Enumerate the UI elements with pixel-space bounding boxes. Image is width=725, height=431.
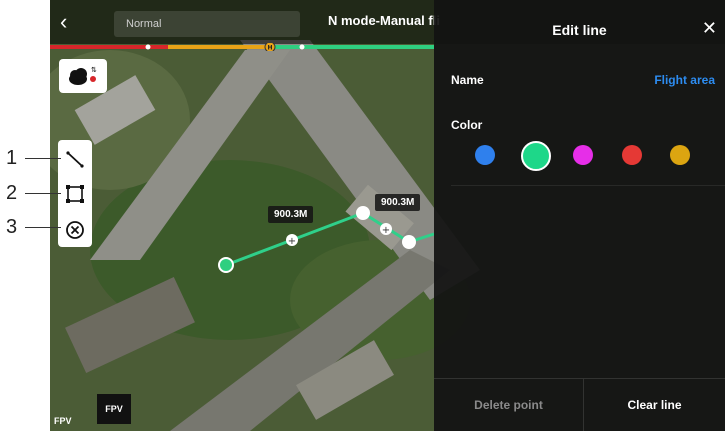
svg-text:⇅: ⇅ <box>91 66 97 74</box>
callout-number-1: 1 <box>6 147 18 169</box>
fpv-label: FPV <box>105 404 123 414</box>
cloud-sync-icon: ⇅ <box>69 66 97 85</box>
fpv-small-label: FPV <box>54 416 72 426</box>
cloud-sync-button[interactable]: ⇅ <box>59 59 107 93</box>
svg-text:+: + <box>382 225 390 236</box>
callout-number-2: 2 <box>6 182 18 204</box>
clear-line-button[interactable]: Clear line <box>584 379 725 431</box>
close-button[interactable]: ✕ <box>702 19 717 37</box>
callout-line-1 <box>25 158 61 159</box>
status-segment-green <box>268 45 434 49</box>
panel-title: Edit line <box>552 22 607 38</box>
color-swatch[interactable] <box>622 145 642 165</box>
callout-number-3: 3 <box>6 216 18 238</box>
line-icon <box>66 151 84 168</box>
flight-mode-title: N mode-Manual fli <box>328 13 440 28</box>
delete-point-button[interactable]: Delete point <box>434 379 583 431</box>
callout-line-3 <box>25 227 61 228</box>
status-dot <box>145 44 151 50</box>
status-dot <box>299 44 305 50</box>
name-label: Name <box>451 73 484 87</box>
draw-area-tool[interactable] <box>58 177 92 211</box>
color-swatch[interactable] <box>670 145 690 165</box>
back-button[interactable]: ‹ <box>60 9 82 34</box>
svg-text:+: + <box>288 236 296 247</box>
chevron-left-icon: ‹ <box>60 9 68 34</box>
color-label: Color <box>451 118 483 132</box>
color-swatch[interactable] <box>573 145 593 165</box>
distance-label: 900.3M <box>268 206 314 223</box>
mode-label: Normal <box>126 18 162 30</box>
circle-x-icon <box>66 221 84 239</box>
color-swatch[interactable] <box>475 145 495 165</box>
close-icon: ✕ <box>701 18 717 38</box>
draw-line-tool[interactable] <box>58 142 92 176</box>
fpv-button[interactable]: FPV <box>97 394 131 424</box>
map-toolbar <box>58 140 92 247</box>
panel-divider <box>451 185 725 186</box>
color-swatch-selected[interactable] <box>521 141 551 171</box>
status-segment-yellow <box>168 45 268 49</box>
edit-line-panel: Edit line ✕ Name Flight area Color Delet… <box>434 0 725 431</box>
clear-tool[interactable] <box>58 212 92 246</box>
distance-label: 900.3M <box>375 194 421 211</box>
callout-line-2 <box>25 193 61 194</box>
home-marker-label: H <box>267 45 272 52</box>
panel-footer: Delete point Clear line <box>434 378 725 431</box>
name-value[interactable]: Flight area <box>654 73 715 87</box>
mode-selector[interactable]: Normal <box>114 11 300 37</box>
rectangle-icon <box>66 185 84 203</box>
